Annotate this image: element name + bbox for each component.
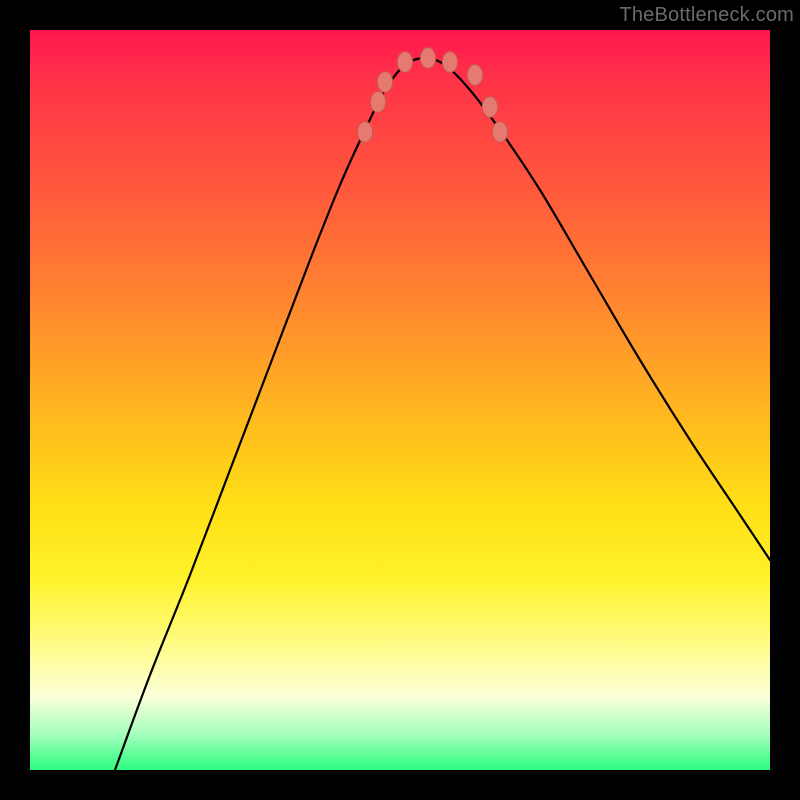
- plot-area: [30, 30, 770, 770]
- curve-marker: [420, 48, 435, 69]
- curve-marker: [492, 122, 507, 143]
- curve-marker: [397, 52, 412, 73]
- curve-marker: [482, 97, 497, 118]
- curve-markers: [357, 48, 507, 143]
- curve-marker: [442, 52, 457, 73]
- chart-frame: TheBottleneck.com: [0, 0, 800, 800]
- curve-marker: [357, 122, 372, 143]
- curve-marker: [467, 65, 482, 86]
- curve-marker: [370, 92, 385, 113]
- bottleneck-curve: [115, 58, 770, 770]
- curve-marker: [377, 72, 392, 93]
- curve-layer: [30, 30, 770, 770]
- watermark-text: TheBottleneck.com: [619, 4, 794, 27]
